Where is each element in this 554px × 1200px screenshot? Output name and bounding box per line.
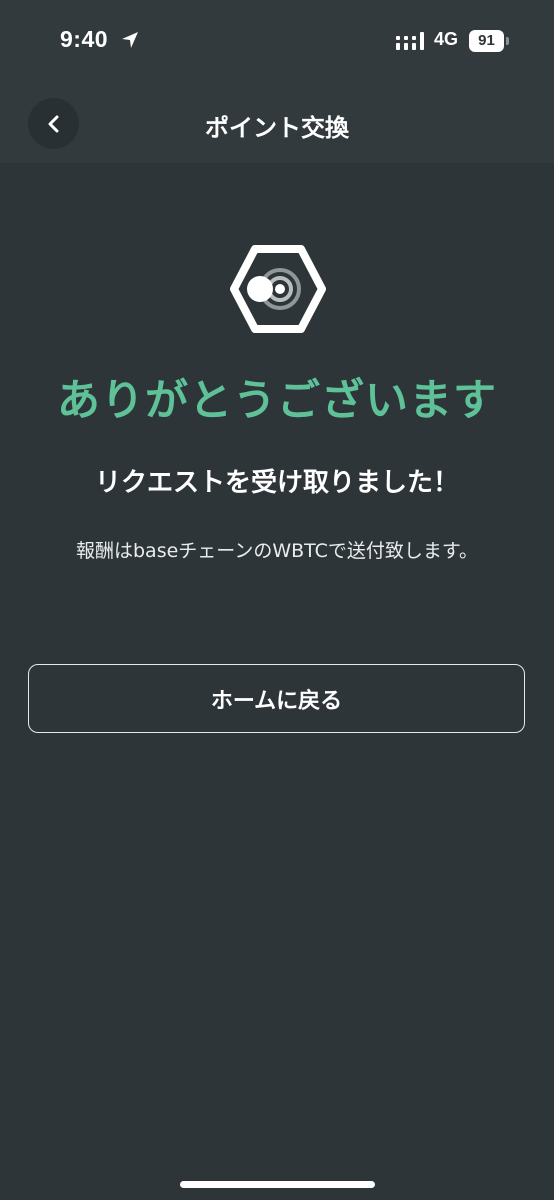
thanks-heading: ありがとうございます bbox=[57, 376, 497, 426]
battery-tip bbox=[506, 37, 509, 45]
signal-icon bbox=[396, 32, 424, 50]
battery-icon: 91 bbox=[469, 30, 509, 52]
reward-note: 報酬はbaseチェーンのWBTCで送付致します。 bbox=[75, 540, 479, 562]
battery-level: 91 bbox=[469, 30, 504, 52]
location-arrow-icon bbox=[122, 32, 138, 48]
status-bar: 9:40 4G 91 bbox=[0, 0, 554, 84]
screen: 9:40 4G 91 ポイント交換 ありがとうございます リクエストを受け取りま… bbox=[0, 0, 554, 1200]
network-label: 4G bbox=[434, 29, 459, 49]
status-time: 9:40 bbox=[60, 26, 109, 52]
home-indicator[interactable] bbox=[180, 1181, 375, 1188]
back-to-home-button[interactable]: ホームに戻る bbox=[28, 664, 525, 733]
nav-bar: ポイント交換 bbox=[0, 84, 554, 163]
page-title: ポイント交換 bbox=[205, 114, 349, 142]
hexagon-logo-icon bbox=[230, 245, 326, 333]
request-received-heading: リクエストを受け取りました！ bbox=[94, 468, 459, 498]
